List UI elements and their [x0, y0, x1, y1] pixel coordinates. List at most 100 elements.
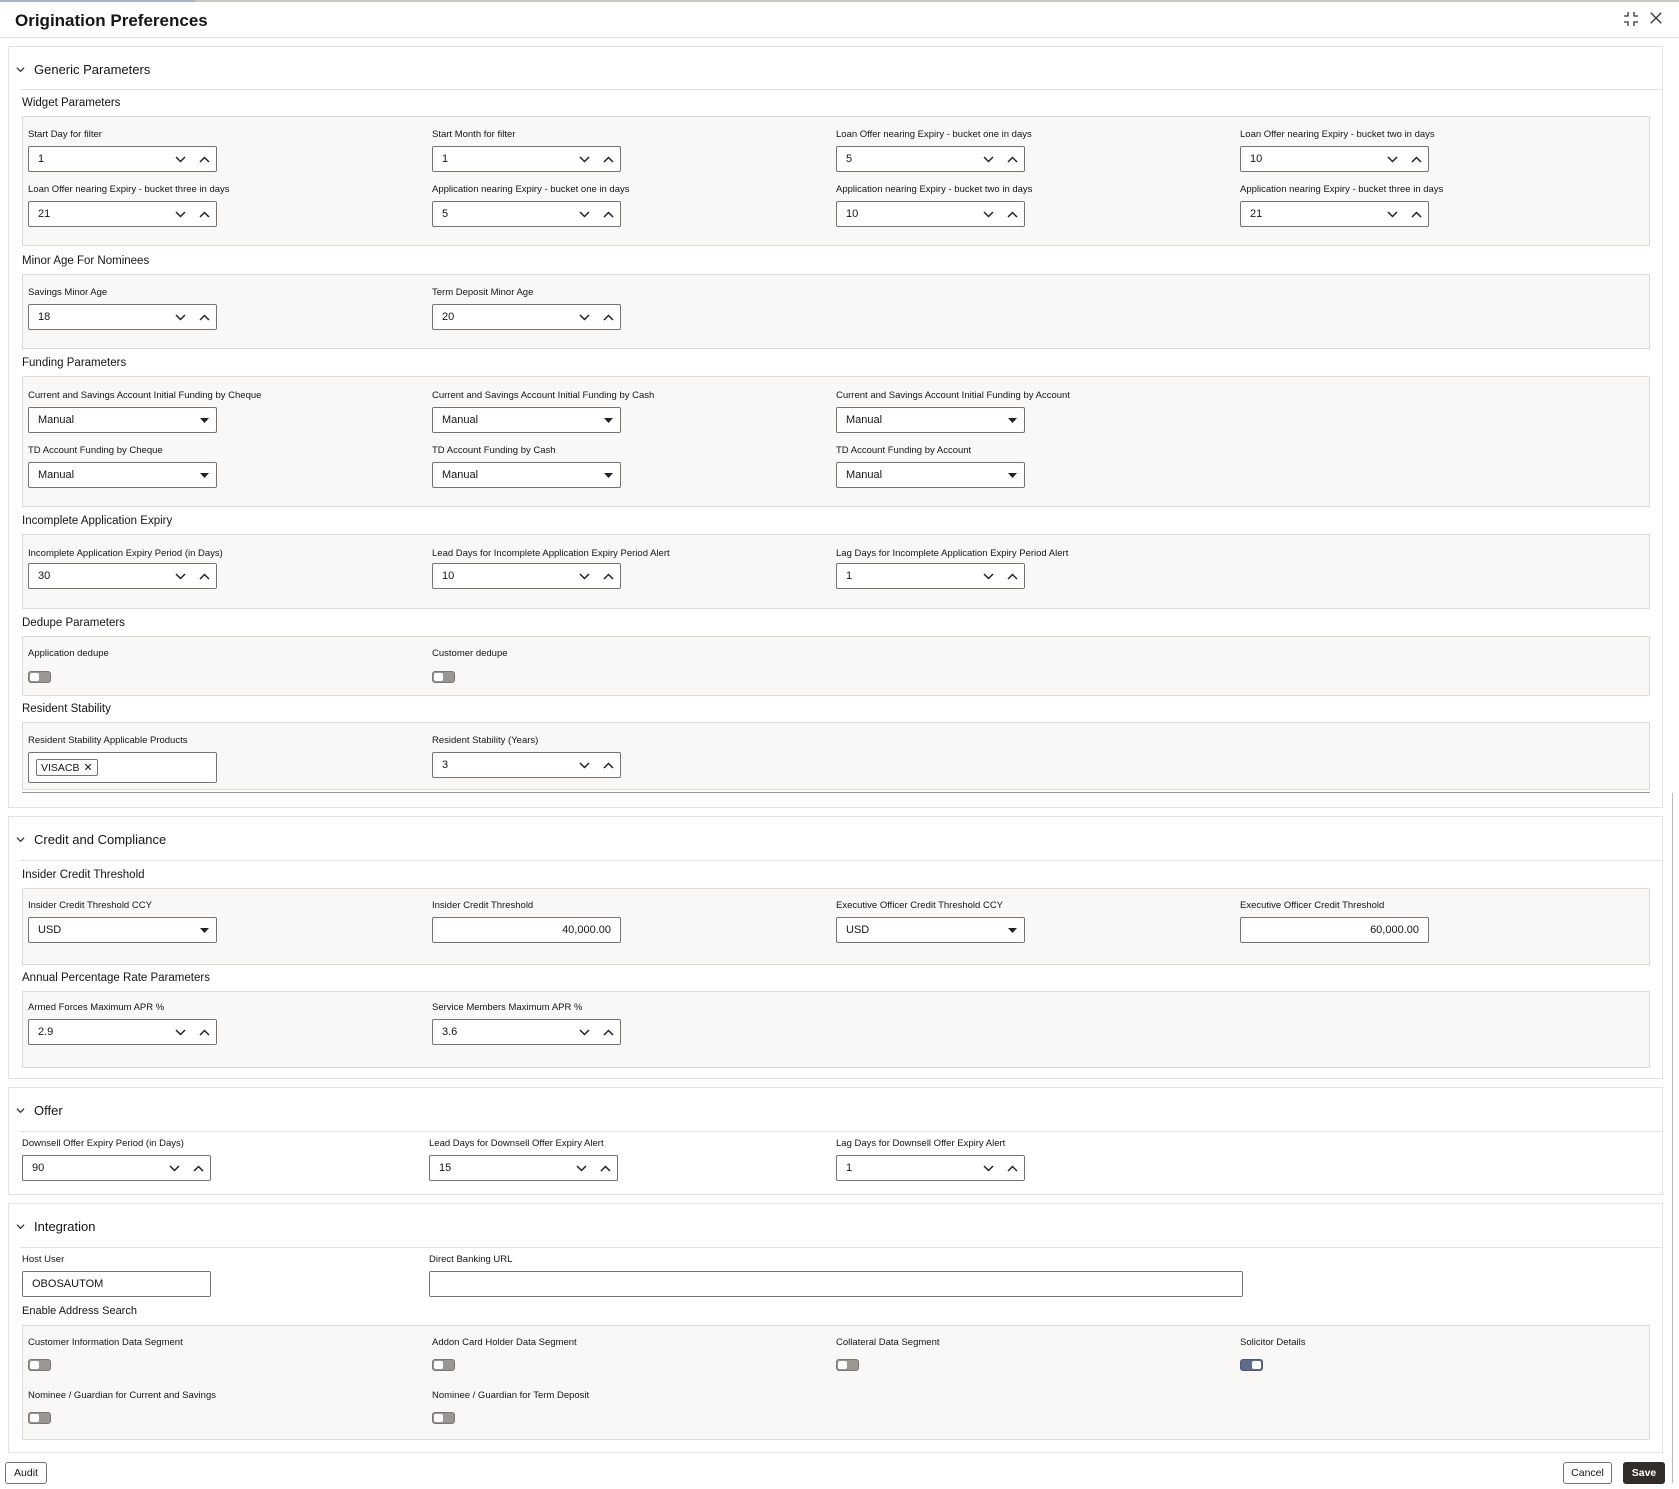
close-icon[interactable]: [1647, 11, 1665, 29]
save-button[interactable]: Save: [1623, 1462, 1665, 1484]
caret-down-icon[interactable]: [192, 918, 216, 942]
field-label: Application dedupe: [28, 648, 109, 659]
credit-compliance-header[interactable]: Credit and Compliance: [16, 832, 166, 847]
increment-icon[interactable]: [1404, 147, 1428, 171]
generic-parameters-header[interactable]: Generic Parameters: [16, 62, 150, 77]
increment-icon[interactable]: [186, 1156, 210, 1180]
cancel-button[interactable]: Cancel: [1563, 1462, 1612, 1484]
casa-account-select[interactable]: Manual: [836, 407, 1025, 433]
decrement-icon[interactable]: [569, 1156, 593, 1180]
increment-icon[interactable]: [192, 202, 216, 226]
integration-header[interactable]: Integration: [16, 1219, 95, 1234]
caret-down-icon[interactable]: [1000, 463, 1024, 487]
decrement-icon[interactable]: [162, 1156, 186, 1180]
td-cheque-select[interactable]: Manual: [28, 462, 217, 488]
decrement-icon[interactable]: [572, 305, 596, 329]
increment-icon[interactable]: [192, 147, 216, 171]
audit-button[interactable]: Audit: [5, 1462, 47, 1484]
resident-products-multiselect[interactable]: VISACB ✕: [28, 752, 217, 783]
caret-down-icon[interactable]: [192, 463, 216, 487]
decrement-icon[interactable]: [976, 202, 1000, 226]
increment-icon[interactable]: [596, 202, 620, 226]
decrement-icon[interactable]: [168, 305, 192, 329]
addon-card-segment-toggle[interactable]: [432, 1359, 455, 1371]
loan-offer-bucket-three-stepper[interactable]: 21: [28, 201, 217, 227]
application-dedupe-toggle[interactable]: [28, 671, 51, 683]
increment-icon[interactable]: [596, 564, 620, 588]
downsell-lag-days-stepper[interactable]: 1: [836, 1155, 1025, 1181]
scrollbar-thumb[interactable]: [1672, 793, 1678, 1483]
insider-threshold-input[interactable]: 40,000.00: [432, 917, 621, 943]
insider-threshold-ccy-select[interactable]: USD: [28, 917, 217, 943]
increment-icon[interactable]: [1000, 564, 1024, 588]
decrement-icon[interactable]: [976, 564, 1000, 588]
field-label: Service Members Maximum APR %: [432, 1002, 583, 1013]
minimize-icon[interactable]: [1622, 11, 1640, 29]
increment-icon[interactable]: [596, 753, 620, 777]
collateral-segment-toggle[interactable]: [836, 1359, 859, 1371]
increment-icon[interactable]: [1000, 202, 1024, 226]
decrement-icon[interactable]: [572, 753, 596, 777]
executive-threshold-input[interactable]: 60,000.00: [1240, 917, 1429, 943]
decrement-icon[interactable]: [168, 202, 192, 226]
increment-icon[interactable]: [192, 305, 216, 329]
start-month-stepper[interactable]: 1: [432, 146, 621, 172]
casa-cheque-select[interactable]: Manual: [28, 407, 217, 433]
customer-dedupe-toggle[interactable]: [432, 671, 455, 683]
decrement-icon[interactable]: [168, 147, 192, 171]
increment-icon[interactable]: [596, 305, 620, 329]
decrement-icon[interactable]: [572, 147, 596, 171]
application-bucket-one-stepper[interactable]: 5: [432, 201, 621, 227]
decrement-icon[interactable]: [168, 1020, 192, 1044]
service-members-apr-stepper[interactable]: 3.6: [432, 1019, 621, 1045]
nominee-casa-toggle[interactable]: [28, 1412, 51, 1424]
resident-stability-years-stepper[interactable]: 3: [432, 752, 621, 778]
caret-down-icon[interactable]: [596, 463, 620, 487]
savings-minor-age-stepper[interactable]: 18: [28, 304, 217, 330]
field-label: TD Account Funding by Cash: [432, 445, 556, 456]
customer-info-segment-toggle[interactable]: [28, 1359, 51, 1371]
downsell-expiry-period-stepper[interactable]: 90: [22, 1155, 211, 1181]
decrement-icon[interactable]: [168, 564, 192, 588]
loan-offer-bucket-two-stepper[interactable]: 10: [1240, 146, 1429, 172]
decrement-icon[interactable]: [1380, 202, 1404, 226]
term-deposit-minor-age-stepper[interactable]: 20: [432, 304, 621, 330]
direct-banking-url-input[interactable]: [429, 1271, 1243, 1297]
offer-header[interactable]: Offer: [16, 1103, 63, 1118]
td-account-select[interactable]: Manual: [836, 462, 1025, 488]
incomplete-lead-days-stepper[interactable]: 10: [432, 563, 621, 589]
increment-icon[interactable]: [192, 1020, 216, 1044]
incomplete-expiry-period-stepper[interactable]: 30: [28, 563, 217, 589]
decrement-icon[interactable]: [572, 564, 596, 588]
increment-icon[interactable]: [593, 1156, 617, 1180]
armed-forces-apr-stepper[interactable]: 2.9: [28, 1019, 217, 1045]
host-user-input[interactable]: OBOSAUTOM: [22, 1271, 211, 1297]
caret-down-icon[interactable]: [1000, 408, 1024, 432]
application-bucket-three-stepper[interactable]: 21: [1240, 201, 1429, 227]
solicitor-details-toggle[interactable]: [1240, 1359, 1263, 1371]
decrement-icon[interactable]: [976, 147, 1000, 171]
incomplete-lag-days-stepper[interactable]: 1: [836, 563, 1025, 589]
caret-down-icon[interactable]: [1000, 918, 1024, 942]
increment-icon[interactable]: [1000, 1156, 1024, 1180]
executive-threshold-ccy-select[interactable]: USD: [836, 917, 1025, 943]
increment-icon[interactable]: [1000, 147, 1024, 171]
loan-offer-bucket-one-stepper[interactable]: 5: [836, 146, 1025, 172]
td-cash-select[interactable]: Manual: [432, 462, 621, 488]
nominee-td-toggle[interactable]: [432, 1412, 455, 1424]
remove-chip-icon[interactable]: ✕: [84, 761, 93, 774]
decrement-icon[interactable]: [1380, 147, 1404, 171]
increment-icon[interactable]: [596, 147, 620, 171]
start-day-stepper[interactable]: 1: [28, 146, 217, 172]
decrement-icon[interactable]: [572, 202, 596, 226]
decrement-icon[interactable]: [976, 1156, 1000, 1180]
downsell-lead-days-stepper[interactable]: 15: [429, 1155, 618, 1181]
increment-icon[interactable]: [192, 564, 216, 588]
casa-cash-select[interactable]: Manual: [432, 407, 621, 433]
caret-down-icon[interactable]: [596, 408, 620, 432]
application-bucket-two-stepper[interactable]: 10: [836, 201, 1025, 227]
increment-icon[interactable]: [596, 1020, 620, 1044]
increment-icon[interactable]: [1404, 202, 1428, 226]
decrement-icon[interactable]: [572, 1020, 596, 1044]
caret-down-icon[interactable]: [192, 408, 216, 432]
